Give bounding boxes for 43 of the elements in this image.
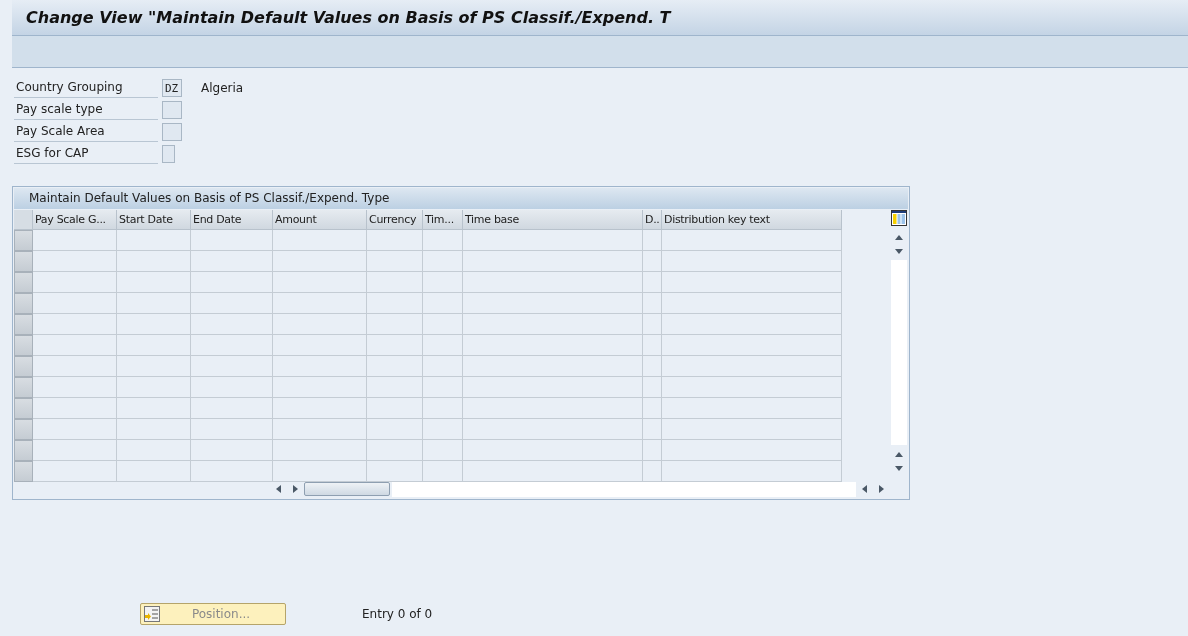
field-label: Pay scale type [14,100,158,120]
column-header[interactable]: Tim... [423,210,463,230]
column-header[interactable]: Pay Scale G... [33,210,117,230]
row-selector[interactable] [14,461,33,482]
input-field[interactable] [162,145,175,163]
scroll-left-icon[interactable] [274,484,284,494]
select-all-corner[interactable] [14,210,33,230]
scroll-down-icon[interactable] [894,463,904,473]
row-selector[interactable] [14,335,33,356]
row-selector[interactable] [14,251,33,272]
row-selector[interactable] [14,293,33,314]
input-field[interactable] [162,101,182,119]
column-header[interactable]: Distribution key text [662,210,842,230]
row-selector[interactable] [14,356,33,377]
scroll-thumb[interactable] [304,482,390,496]
column-header[interactable]: D.. [643,210,662,230]
row-selector[interactable] [14,419,33,440]
column-header[interactable]: Amount [273,210,367,230]
input-field[interactable]: DZ [162,79,182,97]
column-header[interactable]: Start Date [117,210,191,230]
table-title: Maintain Default Values on Basis of PS Classif./Expend. Type [14,188,908,209]
scroll-right-icon[interactable] [876,484,886,494]
window-title: Change View "Maintain Default Values on Basis of PS Classif./Expend. T [26,8,671,27]
row-selector[interactable] [14,377,33,398]
row-selector[interactable] [14,314,33,335]
row-selector[interactable] [14,230,33,251]
position-icon [144,606,160,622]
row-selector[interactable] [14,440,33,461]
scroll-left-icon[interactable] [860,484,870,494]
field-label: ESG for CAP [14,144,158,164]
field-label: Country Grouping [14,78,158,98]
field-label: Pay Scale Area [14,122,158,142]
field-description: Algeria [201,81,244,95]
scroll-right-icon[interactable] [290,484,300,494]
column-header[interactable]: End Date [191,210,273,230]
entry-count: Entry 0 of 0 [362,607,433,621]
row-selector[interactable] [14,272,33,293]
column-settings-icon[interactable] [891,210,907,226]
input-field[interactable] [162,123,182,141]
scroll-down-icon[interactable] [894,246,904,256]
column-header[interactable]: Currency [367,210,423,230]
column-header[interactable]: Time base [463,210,643,230]
row-selector[interactable] [14,398,33,419]
